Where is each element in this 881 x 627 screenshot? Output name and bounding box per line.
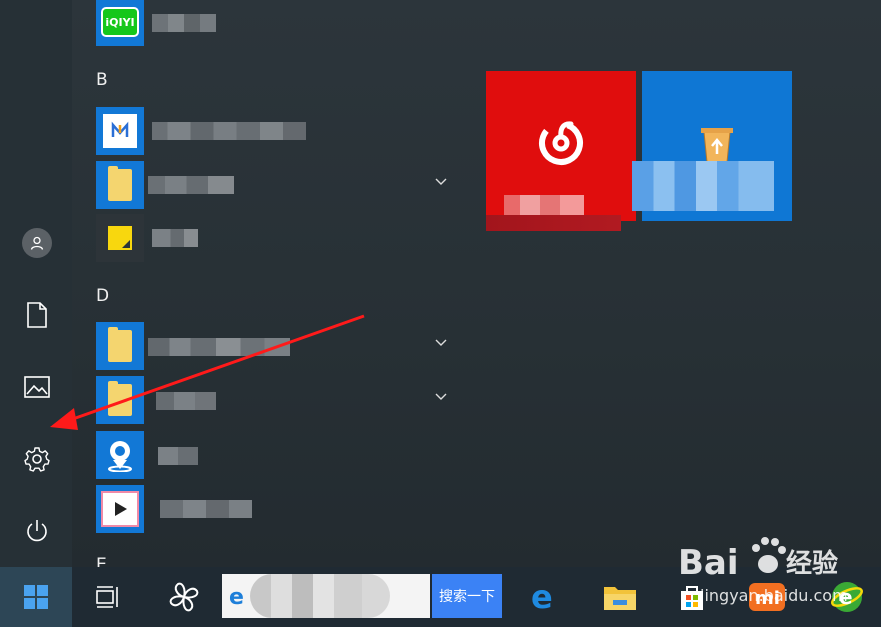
blurred-app-label — [148, 176, 234, 194]
blurred-app-label — [152, 122, 306, 140]
search-input[interactable]: e — [222, 574, 430, 618]
section-header-b[interactable]: B — [96, 70, 108, 90]
edge-button[interactable]: e — [522, 575, 566, 619]
blurred-app-label — [156, 392, 216, 410]
blurred-app-label — [160, 500, 252, 518]
task-view-icon — [96, 586, 118, 608]
video-player-app-icon — [96, 485, 144, 533]
settings-button[interactable] — [13, 435, 61, 483]
blurred-search-text — [250, 574, 390, 618]
baidu-app-icon — [96, 107, 144, 155]
settings-gear-icon — [24, 447, 50, 472]
app-folder-2[interactable] — [96, 322, 456, 370]
pinwheel-app-icon — [169, 582, 199, 612]
blurred-app-label — [158, 447, 198, 465]
app-item-iqiyi[interactable]: iQIYI — [96, 0, 456, 48]
blurred-app-label — [152, 14, 216, 32]
app-item-baidu[interactable] — [96, 107, 456, 155]
task-view-button[interactable] — [86, 575, 130, 619]
baidu-jingyan-watermark: Bai 经验 — [678, 537, 838, 583]
svg-text:e: e — [229, 585, 244, 608]
pictures-icon — [24, 376, 50, 398]
chevron-down-icon[interactable] — [434, 390, 448, 404]
account-button[interactable] — [13, 219, 61, 267]
windows-logo-icon — [24, 585, 48, 609]
search-button[interactable]: 搜索一下 — [432, 574, 502, 618]
app-folder-1[interactable] — [96, 161, 456, 209]
blurred-tile-label — [504, 195, 584, 215]
pinwheel-app-button[interactable] — [162, 575, 206, 619]
recycle-bin-icon — [701, 128, 733, 163]
tile-label-band — [486, 215, 621, 231]
folder-icon — [96, 322, 144, 370]
start-button[interactable] — [0, 567, 72, 627]
file-explorer-button[interactable] — [598, 575, 642, 619]
pictures-button[interactable] — [13, 363, 61, 411]
ie-icon: e — [229, 585, 244, 608]
app-folder-3[interactable] — [96, 376, 456, 424]
chevron-down-icon[interactable] — [434, 336, 448, 350]
app-item-location[interactable] — [96, 431, 456, 479]
start-left-rail — [0, 0, 72, 567]
app-item-sticky-notes[interactable] — [96, 214, 456, 262]
documents-button[interactable] — [13, 291, 61, 339]
file-explorer-icon — [604, 587, 636, 610]
blurred-tile-label — [632, 161, 774, 211]
app-item-video[interactable] — [96, 485, 456, 533]
blurred-app-label — [152, 229, 198, 247]
map-pin-app-icon — [96, 431, 144, 479]
folder-icon — [96, 161, 144, 209]
section-header-d[interactable]: D — [96, 286, 109, 306]
folder-icon — [96, 376, 144, 424]
netease-music-tile[interactable] — [486, 71, 636, 231]
power-button[interactable] — [13, 507, 61, 555]
netease-music-icon — [539, 121, 583, 165]
svg-text:e: e — [531, 581, 553, 613]
iqiyi-app-icon: iQIYI — [96, 0, 144, 46]
recycle-bin-tile[interactable] — [632, 71, 792, 221]
chevron-down-icon[interactable] — [434, 175, 448, 189]
document-icon — [27, 302, 47, 328]
edge-icon: e — [531, 581, 553, 613]
user-icon — [22, 228, 52, 258]
sticky-notes-icon — [96, 214, 144, 262]
watermark-brand-main: Bai — [678, 543, 739, 583]
watermark-brand-tail: 经验 — [786, 548, 838, 579]
blurred-app-label — [148, 338, 290, 356]
power-icon — [27, 520, 47, 542]
watermark-url: jingyan.baidu.com — [700, 586, 848, 605]
